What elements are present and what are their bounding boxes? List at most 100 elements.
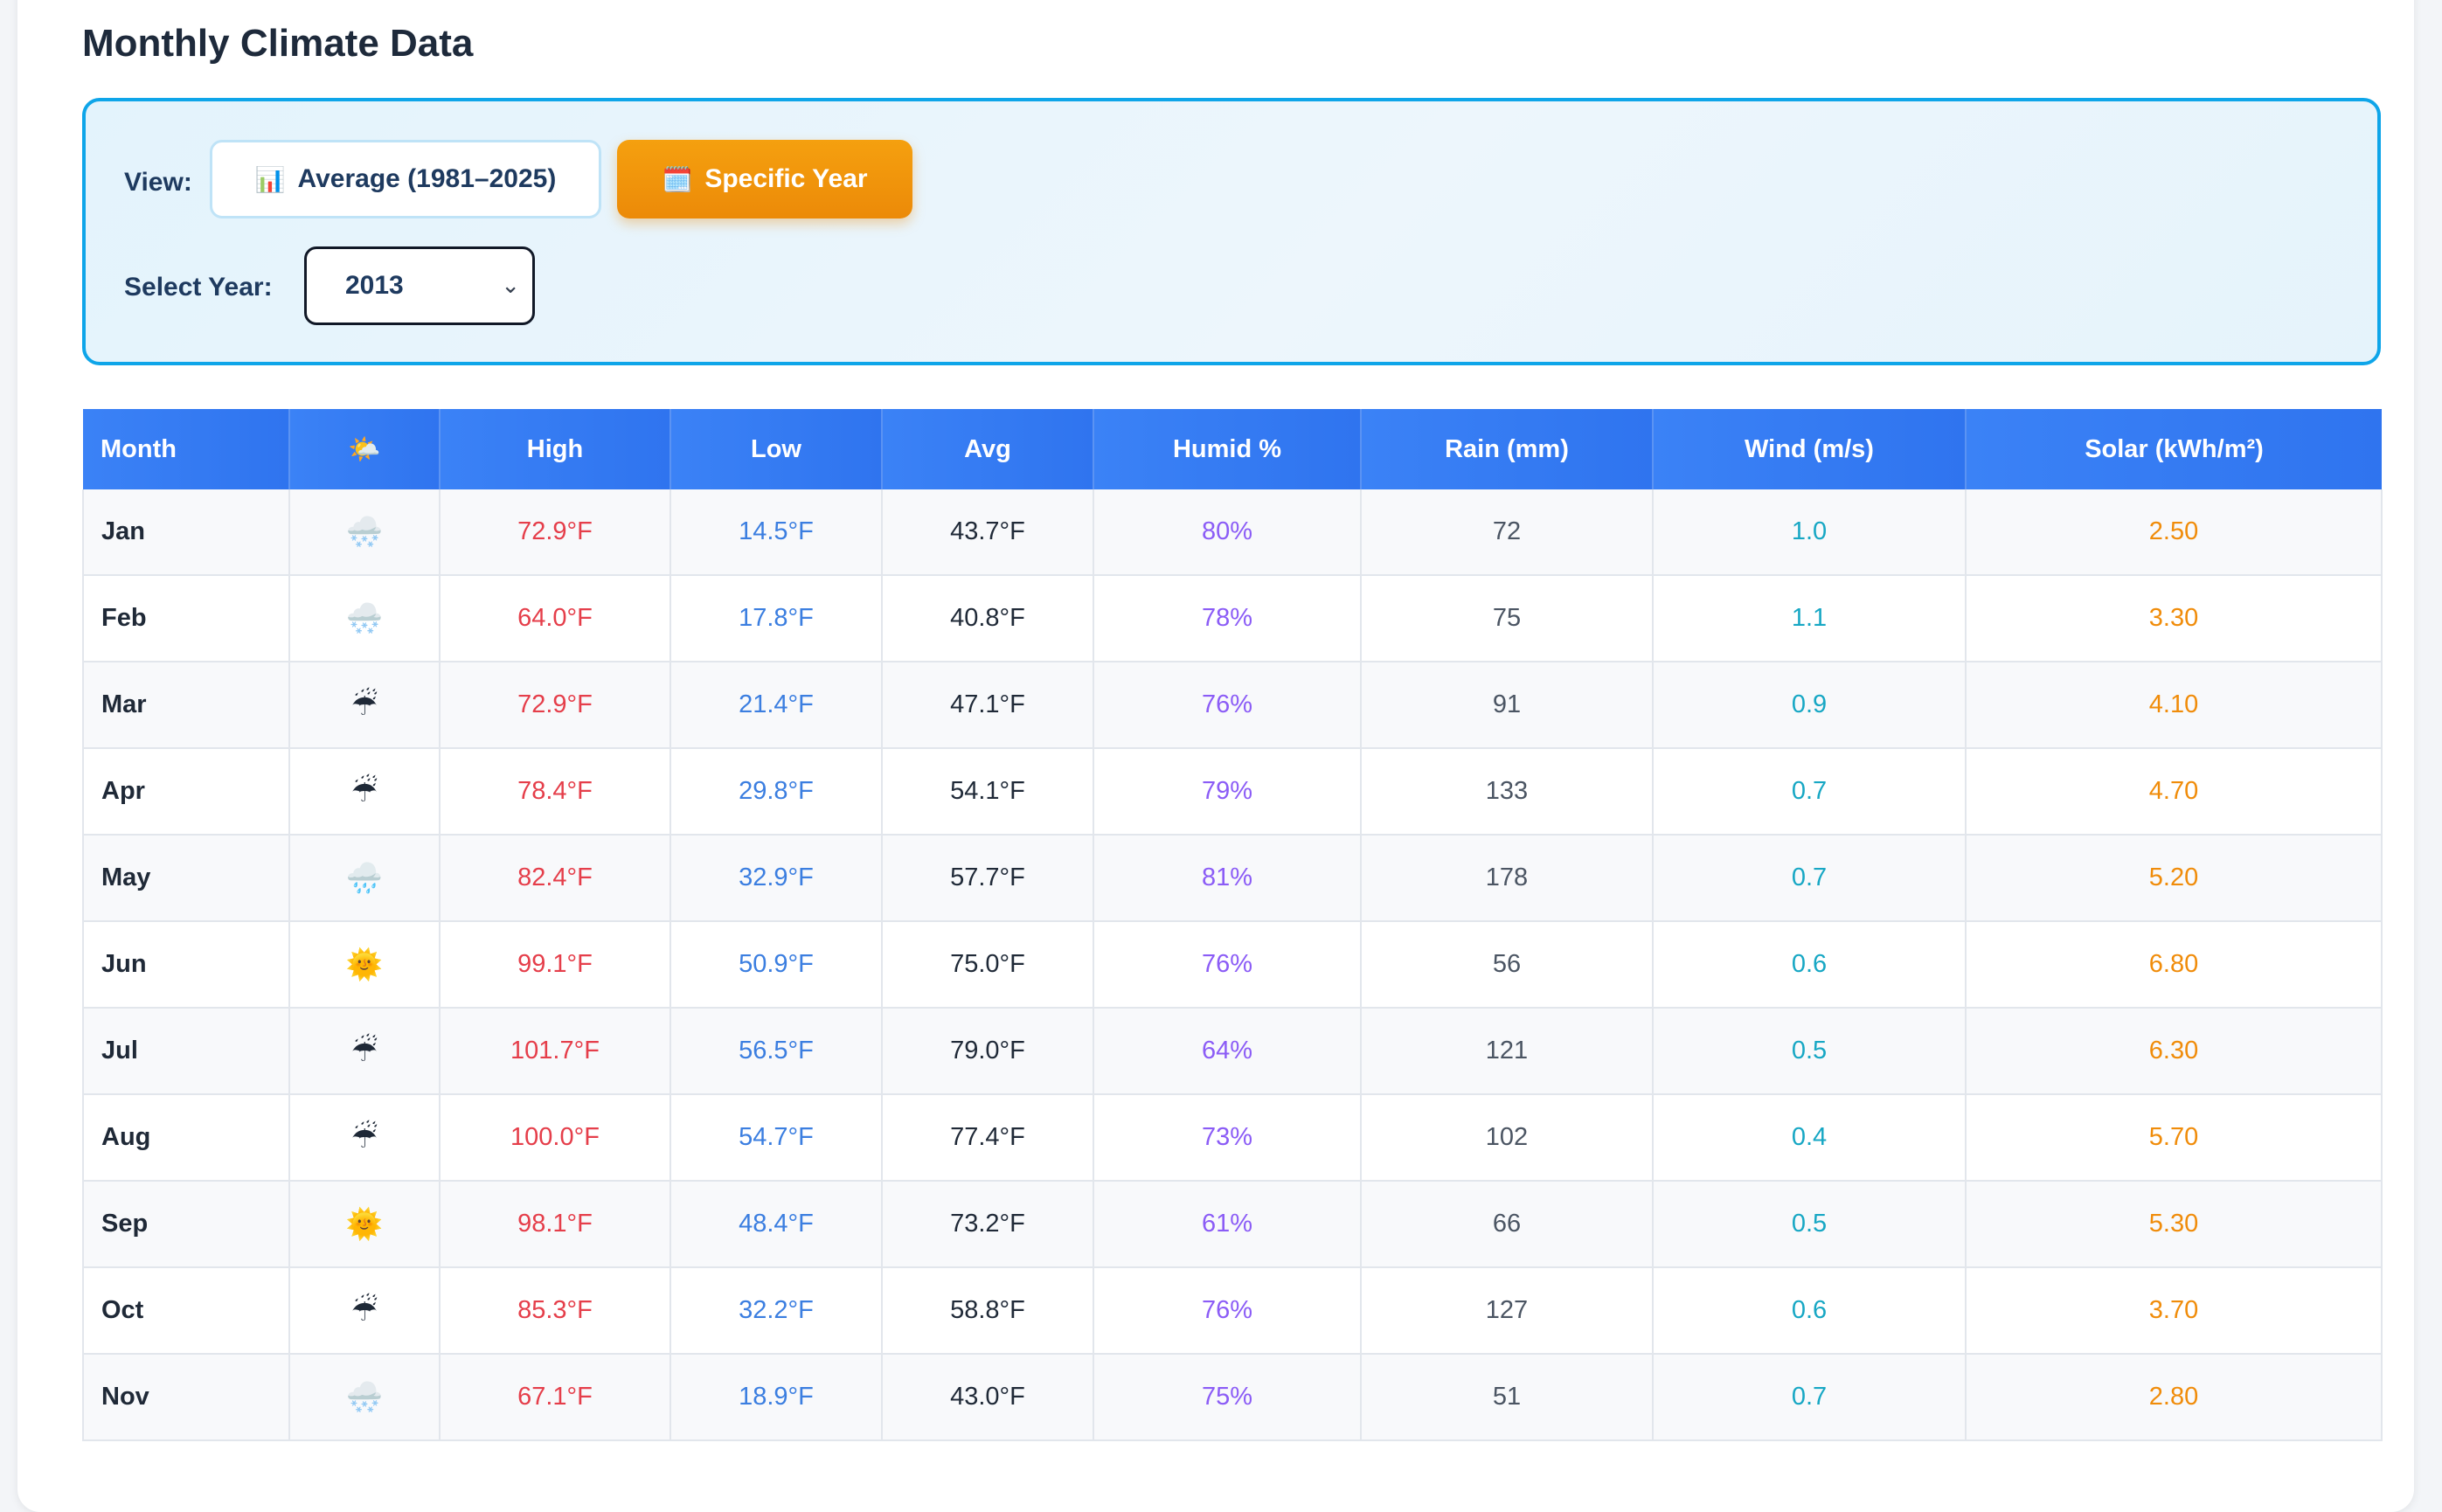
table-row: Jul ☔ 101.7°F 56.5°F 79.0°F 64% 121 0.5 6.30 <box>82 1008 2383 1095</box>
avg-temp-cell: 57.7°F <box>882 835 1094 922</box>
solar-cell: 5.20 <box>1966 835 2383 922</box>
rain-cell: 121 <box>1361 1008 1654 1095</box>
table-row: Apr ☔ 78.4°F 29.8°F 54.1°F 79% 133 0.7 4.70 <box>82 748 2383 836</box>
wind-cell: 0.5 <box>1653 1181 1967 1268</box>
table-header: Month 🌤️ High Low Avg Humid % Rain (mm) Wind (m… <box>83 409 2382 489</box>
header-low: Low <box>670 409 883 489</box>
view-label: View: <box>124 168 192 197</box>
low-temp-cell: 50.9°F <box>670 921 883 1009</box>
year-select[interactable]: 2013 ⌄ <box>304 246 535 325</box>
header-solar: Solar (kWh/m²) <box>1966 409 2382 489</box>
weather-icon-cell: 🌨️ <box>289 575 441 662</box>
month-cell: Aug <box>82 1094 290 1182</box>
low-temp-cell: 54.7°F <box>670 1094 883 1182</box>
year-select-value: 2013 <box>345 271 404 300</box>
rain-cell: 75 <box>1361 575 1654 662</box>
table-row: Jun 🌞 99.1°F 50.9°F 75.0°F 76% 56 0.6 6.80 <box>82 921 2383 1009</box>
wind-cell: 0.7 <box>1653 835 1967 922</box>
month-cell: Jun <box>82 921 290 1009</box>
sun-icon: 🌞 <box>345 947 384 981</box>
weather-icon-cell: ☔ <box>289 1008 441 1095</box>
solar-cell: 6.30 <box>1966 1008 2383 1095</box>
high-temp-cell: 67.1°F <box>440 1354 671 1441</box>
header-month: Month <box>83 409 290 489</box>
solar-cell: 5.70 <box>1966 1094 2383 1182</box>
avg-temp-cell: 43.0°F <box>882 1354 1094 1441</box>
solar-cell: 6.80 <box>1966 921 2383 1009</box>
wind-cell: 0.6 <box>1653 1267 1967 1355</box>
humidity-cell: 76% <box>1093 921 1362 1009</box>
wind-cell: 0.5 <box>1653 1008 1967 1095</box>
humidity-cell: 79% <box>1093 748 1362 836</box>
snow-cloud-icon: 🌨️ <box>345 515 384 549</box>
header-high: High <box>440 409 671 489</box>
snow-cloud-icon: 🌨️ <box>345 1380 384 1414</box>
table-row: Feb 🌨️ 64.0°F 17.8°F 40.8°F 78% 75 1.1 3.30 <box>82 575 2383 662</box>
rain-cell: 91 <box>1361 662 1654 749</box>
wind-cell: 0.7 <box>1653 748 1967 836</box>
month-cell: Jan <box>82 489 290 576</box>
weather-icon-cell: ☔ <box>289 1267 441 1355</box>
weather-icon-cell: 🌞 <box>289 921 441 1009</box>
humidity-cell: 81% <box>1093 835 1362 922</box>
low-temp-cell: 17.8°F <box>670 575 883 662</box>
solar-cell: 2.50 <box>1966 489 2383 576</box>
humidity-cell: 80% <box>1093 489 1362 576</box>
rain-cloud-icon: 🌧️ <box>345 861 384 895</box>
climate-card: Monthly Climate Data View: 📊 Average (19… <box>17 0 2414 1512</box>
weather-icon-cell: ☔ <box>289 748 441 836</box>
solar-cell: 2.80 <box>1966 1354 2383 1441</box>
header-avg: Avg <box>882 409 1094 489</box>
humidity-cell: 76% <box>1093 1267 1362 1355</box>
month-cell: May <box>82 835 290 922</box>
snow-cloud-icon: 🌨️ <box>345 601 384 635</box>
avg-temp-cell: 58.8°F <box>882 1267 1094 1355</box>
wind-cell: 1.0 <box>1653 489 1967 576</box>
avg-temp-cell: 79.0°F <box>882 1008 1094 1095</box>
table-row: Aug ☔ 100.0°F 54.7°F 77.4°F 73% 102 0.4 5.70 <box>82 1094 2383 1182</box>
average-view-button[interactable]: 📊 Average (1981–2025) <box>210 140 601 218</box>
weather-icon-cell: 🌨️ <box>289 489 441 576</box>
table-row: May 🌧️ 82.4°F 32.9°F 57.7°F 81% 178 0.7 5.20 <box>82 835 2383 922</box>
high-temp-cell: 64.0°F <box>440 575 671 662</box>
month-cell: Mar <box>82 662 290 749</box>
rain-cell: 56 <box>1361 921 1654 1009</box>
table-body: Jan 🌨️ 72.9°F 14.5°F 43.7°F 80% 72 1.0 2.50 Feb 🌨️… <box>82 489 2383 1441</box>
table-row: Mar ☔ 72.9°F 21.4°F 47.1°F 76% 91 0.9 4.10 <box>82 662 2383 749</box>
avg-temp-cell: 47.1°F <box>882 662 1094 749</box>
low-temp-cell: 56.5°F <box>670 1008 883 1095</box>
umbrella-rain-icon: ☔ <box>350 688 378 722</box>
wind-cell: 0.6 <box>1653 921 1967 1009</box>
umbrella-rain-icon: ☔ <box>350 1034 378 1068</box>
solar-cell: 4.10 <box>1966 662 2383 749</box>
rain-cell: 72 <box>1361 489 1654 576</box>
header-humidity: Humid % <box>1093 409 1362 489</box>
avg-temp-cell: 54.1°F <box>882 748 1094 836</box>
climate-table-container: Month 🌤️ High Low Avg Humid % Rain (mm) Wind (m… <box>82 409 2383 1441</box>
wind-cell: 0.7 <box>1653 1354 1967 1441</box>
header-wind: Wind (m/s) <box>1653 409 1967 489</box>
avg-temp-cell: 73.2°F <box>882 1181 1094 1268</box>
low-temp-cell: 32.9°F <box>670 835 883 922</box>
low-temp-cell: 32.2°F <box>670 1267 883 1355</box>
solar-cell: 4.70 <box>1966 748 2383 836</box>
avg-temp-cell: 75.0°F <box>882 921 1094 1009</box>
weather-icon-cell: 🌞 <box>289 1181 441 1268</box>
header-rain: Rain (mm) <box>1361 409 1654 489</box>
month-cell: Sep <box>82 1181 290 1268</box>
month-cell: Oct <box>82 1267 290 1355</box>
high-temp-cell: 85.3°F <box>440 1267 671 1355</box>
wind-cell: 0.4 <box>1653 1094 1967 1182</box>
specific-year-button[interactable]: 🗓️ Specific Year <box>617 140 912 218</box>
weather-icon-cell: 🌨️ <box>289 1354 441 1441</box>
low-temp-cell: 21.4°F <box>670 662 883 749</box>
solar-cell: 3.30 <box>1966 575 2383 662</box>
high-temp-cell: 72.9°F <box>440 662 671 749</box>
high-temp-cell: 72.9°F <box>440 489 671 576</box>
rain-cell: 51 <box>1361 1354 1654 1441</box>
rain-cell: 133 <box>1361 748 1654 836</box>
high-temp-cell: 100.0°F <box>440 1094 671 1182</box>
low-temp-cell: 18.9°F <box>670 1354 883 1441</box>
weather-icon-cell: 🌧️ <box>289 835 441 922</box>
solar-cell: 5.30 <box>1966 1181 2383 1268</box>
